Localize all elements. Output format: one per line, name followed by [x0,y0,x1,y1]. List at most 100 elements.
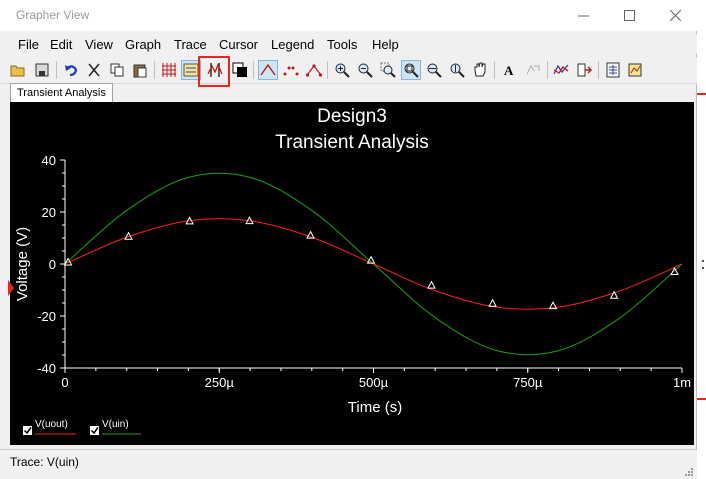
zoom-y-icon [450,63,465,78]
zoom-y-button[interactable] [447,60,467,80]
series-line-uout [64,218,683,310]
zoom-area-icon [380,62,396,78]
grid-button[interactable] [159,60,179,80]
zoom-in-button[interactable] [332,60,352,80]
maximize-icon [623,10,635,21]
overlay-traces-icon [553,64,569,75]
zoom-x-icon [427,63,442,78]
legend-label-uin: V(uin) [102,419,129,430]
zoom-out-icon [358,63,373,78]
close-icon [669,10,681,21]
y-axis-label: Voltage (V) [14,227,31,301]
add-text-button[interactable]: A [499,60,519,80]
y-tick-label: 0 [49,257,56,272]
open-button[interactable] [8,60,28,80]
zoom-x-button[interactable] [424,60,444,80]
add-text-icon: A [504,63,514,78]
undo-button[interactable] [61,60,81,80]
menu-graph[interactable]: Graph [125,37,161,52]
export-icon [526,64,540,75]
menu-legend[interactable]: Legend [271,37,314,52]
zoom-out-button[interactable] [355,60,375,80]
points-icon [283,66,299,76]
uout-marker [427,280,436,289]
chart-subtitle: Transient Analysis [275,132,428,153]
x-tick-label: 250µ [205,375,235,390]
y-tick-label: -20 [37,309,56,324]
grid-icon [162,63,176,77]
x-tick-label: 500µ [359,375,389,390]
x-tick-label: 1m [673,375,691,390]
legend-toggle-icon [183,63,199,77]
menu-bar: File Edit View Graph Trace Cursor Legend… [0,34,697,54]
tab-transient-analysis[interactable]: Transient Analysis [10,83,113,103]
lines-points-icon [306,64,322,77]
zoom-area-button[interactable] [378,60,398,80]
reverse-colors-icon [232,62,247,77]
y-tick-label: 20 [42,205,56,220]
menu-help[interactable]: Help [372,37,399,52]
x-axis-label: Time (s) [348,399,402,416]
y-tick-label: -40 [37,361,56,376]
menu-view[interactable]: View [85,37,113,52]
x-tick-label: 750µ [513,375,543,390]
menu-cursor[interactable]: Cursor [219,37,258,52]
legend-label-uout: V(uout) [35,419,68,430]
page-properties-icon [606,62,620,78]
right-edge-mark-top [697,93,706,95]
copy-icon [110,63,124,77]
x-tick-label: 0 [61,375,68,390]
right-edge-mark-bottom [697,398,706,400]
points-button[interactable] [281,60,301,80]
left-edge-marker-icon [8,280,14,296]
minimize-icon [577,15,589,17]
exclude-traces-button[interactable] [574,60,594,80]
lines-icon [260,63,276,76]
legend: V(uout) V(uin) [23,419,141,435]
menu-tools[interactable]: Tools [327,37,357,52]
pan-hand-icon [474,62,486,77]
menu-edit[interactable]: Edit [50,37,72,52]
save-button[interactable] [32,60,52,80]
grapher-window: Grapher View File Edit View Graph Trace … [0,0,698,479]
minimize-button[interactable] [560,0,606,31]
graph-panel[interactable]: Design3 Transient Analysis 40 20 0 -20 -40 0 2… [10,102,694,445]
lines-button[interactable] [258,60,278,80]
transient-chart: Design3 Transient Analysis 40 20 0 -20 -40 0 2… [14,106,691,435]
uout-marker [488,298,497,307]
svg-text:A: A [504,63,514,78]
lines-points-button[interactable] [304,60,324,80]
close-button[interactable] [652,0,698,31]
overlay-traces-button[interactable] [551,60,571,80]
status-text: Trace: V(uin) [10,455,79,469]
copy-button[interactable] [107,60,127,80]
open-icon [10,65,25,77]
maximize-button[interactable] [606,0,652,31]
page-properties-button[interactable] [603,60,623,80]
paste-button[interactable] [130,60,150,80]
cut-icon [88,63,100,77]
toolbar: A [0,57,697,84]
exclude-traces-icon [577,63,592,77]
graph-properties-button[interactable] [626,60,646,80]
window-title: Grapher View [16,8,90,22]
uout-marker [609,290,619,299]
y-tick-label: 40 [42,153,56,168]
menu-file[interactable]: File [18,37,39,52]
save-icon [35,63,49,77]
export-button[interactable] [523,60,543,80]
zoom-full-button[interactable] [401,60,421,80]
cut-button[interactable] [84,60,104,80]
reverse-colors-button[interactable] [230,60,250,80]
right-edge-dots [702,260,704,269]
graph-properties-icon [628,63,642,77]
tab-strip: Transient Analysis [8,83,697,103]
resize-grip-icon[interactable] [685,468,693,476]
status-bar: Trace: V(uin) [0,449,697,479]
menu-trace[interactable]: Trace [174,37,207,52]
pan-button[interactable] [470,60,490,80]
legend-entry-uin[interactable]: V(uin) [90,419,141,435]
chart-title: Design3 [317,106,387,127]
legend-entry-uout[interactable]: V(uout) [23,419,76,435]
paste-icon [133,64,147,78]
